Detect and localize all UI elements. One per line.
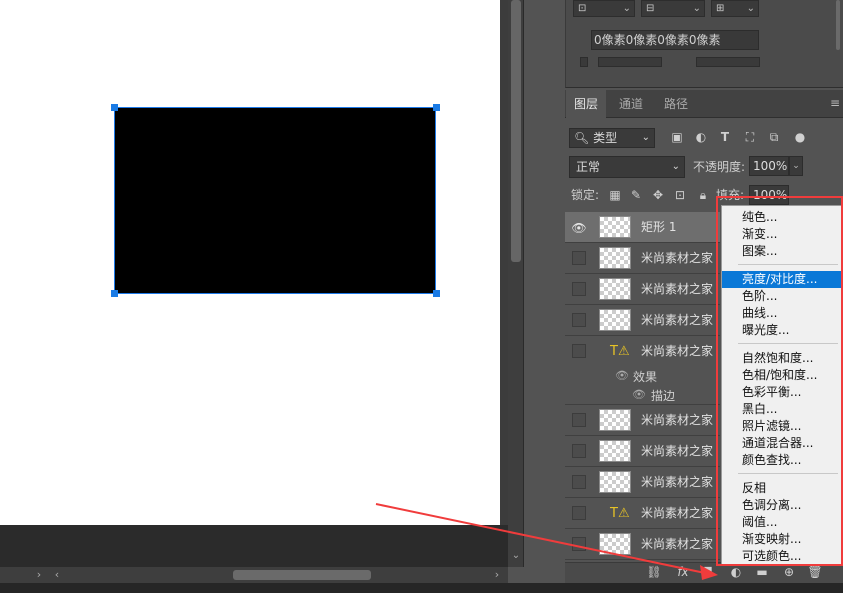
layer-name: 米尚素材之家: [641, 313, 714, 327]
trash-icon[interactable]: 🗑︎: [807, 564, 823, 580]
adjustment-layer-icon[interactable]: ◐: [728, 564, 744, 580]
visibility-toggle[interactable]: [572, 282, 586, 296]
transform-handle[interactable]: [111, 104, 118, 111]
type-filter-icon[interactable]: T: [717, 129, 733, 145]
tab-paths[interactable]: 路径: [656, 90, 696, 118]
layer-thumbnail: [599, 309, 631, 331]
effects-label: 效果: [633, 370, 658, 384]
visibility-toggle[interactable]: [572, 444, 586, 458]
transform-handle[interactable]: [111, 290, 118, 297]
canvas-pasteboard: [0, 525, 508, 567]
new-layer-icon[interactable]: ⊕: [781, 564, 797, 580]
visibility-toggle[interactable]: [572, 344, 586, 358]
layer-name: 米尚素材之家: [641, 251, 714, 265]
layer-filter-select[interactable]: 🔍︎ 类型 ⌄: [569, 128, 655, 148]
transform-handle[interactable]: [433, 104, 440, 111]
status-bar: [0, 583, 843, 593]
blend-mode-select[interactable]: 正常 ⌄: [569, 156, 685, 178]
properties-scroll-thumb[interactable]: [836, 0, 840, 50]
search-icon: 🔍︎: [574, 131, 590, 145]
scroll-left-icon[interactable]: ‹: [50, 567, 64, 583]
blend-mode-value: 正常: [576, 160, 601, 174]
visibility-toggle[interactable]: [572, 313, 586, 327]
path-operation-select[interactable]: ⊡ ⌄: [573, 0, 635, 17]
adjustment-filter-icon[interactable]: ◐: [693, 129, 709, 145]
warning-icon: T⚠: [610, 344, 630, 359]
chevron-down-icon[interactable]: ⌄: [789, 156, 803, 176]
align-icon: ⊟: [646, 3, 655, 14]
link-icon[interactable]: [580, 57, 588, 67]
tab-layers[interactable]: 图层: [566, 90, 607, 118]
filter-label: 类型: [593, 131, 618, 145]
corner-radius-field[interactable]: 0像素0像素0像素0像素: [591, 30, 759, 50]
lock-transparent-icon[interactable]: ▦: [607, 186, 623, 204]
lock-paint-icon[interactable]: ✎: [628, 186, 644, 204]
rectangle-shape[interactable]: [114, 107, 436, 294]
eye-icon[interactable]: 👁︎: [632, 388, 646, 401]
layer-thumbnail: [599, 471, 631, 493]
layer-name: 米尚素材之家: [641, 475, 714, 489]
chevron-down-icon: ⌄: [641, 132, 650, 143]
eye-icon[interactable]: 👁︎: [571, 221, 587, 235]
visibility-toggle[interactable]: [572, 506, 586, 520]
vertical-scroll-thumb[interactable]: [511, 0, 521, 262]
path-ops-icon: ⊡: [578, 3, 587, 14]
layer-thumbnail: [599, 278, 631, 300]
visibility-toggle[interactable]: [572, 537, 586, 551]
chevron-down-icon: ⌄: [622, 3, 631, 14]
lock-move-icon[interactable]: ✥: [650, 186, 666, 204]
filter-toggle-icon[interactable]: ●: [792, 129, 808, 145]
layer-thumbnail: [599, 216, 631, 238]
horizontal-scroll-thumb[interactable]: [233, 570, 371, 580]
layer-name: 米尚素材之家: [641, 506, 714, 520]
layer-name: 米尚素材之家: [641, 413, 714, 427]
visibility-toggle[interactable]: [572, 475, 586, 489]
add-mask-icon[interactable]: ◘: [700, 564, 716, 580]
stroke-effect-label: 描边: [651, 389, 676, 403]
layer-name: 矩形 1: [641, 220, 677, 234]
new-group-icon[interactable]: ▬: [754, 564, 770, 580]
layer-thumbnail: [599, 409, 631, 431]
shape-filter-icon[interactable]: ⛶: [742, 129, 758, 145]
lock-label: 锁定:: [571, 188, 600, 202]
panel-tabs: [565, 90, 843, 118]
layer-name: 米尚素材之家: [641, 344, 714, 358]
layer-name: 米尚素材之家: [641, 444, 714, 458]
chevron-down-icon: ⌄: [671, 161, 680, 172]
warning-icon: T⚠: [610, 506, 630, 521]
property-field[interactable]: [696, 57, 760, 67]
property-field[interactable]: [598, 57, 662, 67]
layer-thumbnail: [599, 247, 631, 269]
image-filter-icon[interactable]: ▣: [669, 129, 685, 145]
panel-menu-icon[interactable]: ≡: [830, 97, 842, 109]
layer-name: 米尚素材之家: [641, 282, 714, 296]
chevron-down-icon: ⌄: [692, 3, 701, 14]
smart-object-filter-icon[interactable]: ⧉: [766, 129, 782, 145]
fx-icon[interactable]: fx: [675, 564, 691, 580]
transform-handle[interactable]: [433, 290, 440, 297]
visibility-toggle[interactable]: [572, 413, 586, 427]
layer-name: 米尚素材之家: [641, 537, 714, 551]
eye-icon[interactable]: 👁︎: [615, 369, 629, 382]
annotation-highlight-box: [716, 196, 843, 566]
scroll-down-icon[interactable]: ⌄: [508, 548, 524, 564]
scroll-right-icon[interactable]: ›: [490, 567, 504, 583]
layer-thumbnail: [599, 440, 631, 462]
canvas-edge: [500, 0, 508, 525]
layer-thumbnail: [599, 533, 631, 555]
photoshop-workspace: ⌄ › ‹ › ⊡ ⌄ ⊟ ⌄ ⊞ ⌄ 0像素0像素0像素0像素 图层 通道 路径 ≡…: [0, 0, 843, 593]
opacity-input[interactable]: 100%: [749, 156, 789, 176]
visibility-toggle[interactable]: [572, 251, 586, 265]
path-arrange-select[interactable]: ⊞ ⌄: [711, 0, 759, 17]
chevron-right-icon[interactable]: ›: [32, 567, 46, 583]
lock-all-icon[interactable]: 🔒︎: [695, 186, 711, 204]
link-layers-icon[interactable]: ⛓: [646, 564, 662, 580]
tab-channels[interactable]: 通道: [611, 90, 651, 118]
opacity-label: 不透明度:: [693, 160, 746, 174]
arrange-icon: ⊞: [716, 3, 725, 14]
path-alignment-select[interactable]: ⊟ ⌄: [641, 0, 705, 17]
chevron-down-icon: ⌄: [746, 3, 755, 14]
lock-artboard-icon[interactable]: ⊡: [672, 186, 688, 204]
